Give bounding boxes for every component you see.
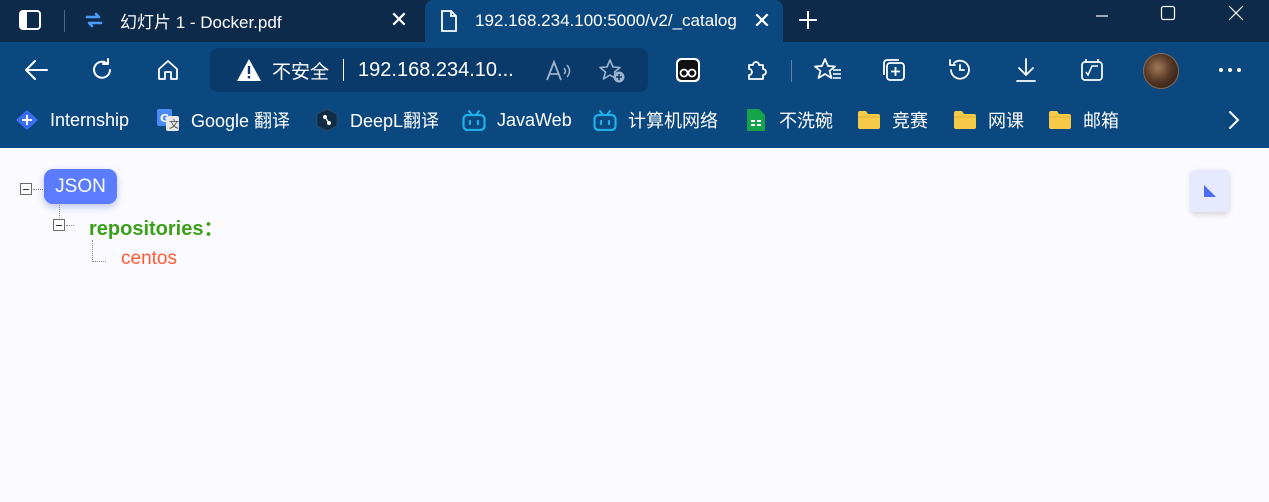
bookmark-deepl[interactable]: DeepL翻译 [315, 108, 439, 132]
json-viewer: JSON repositories： centos [0, 148, 1269, 502]
back-arrow-icon [25, 60, 48, 80]
viewer-toggle-button[interactable] [1191, 170, 1229, 212]
bookmark-folder-online-courses[interactable]: 网课 [953, 108, 1024, 132]
close-window-button[interactable] [1206, 0, 1266, 26]
add-favorite-icon[interactable] [598, 57, 626, 85]
read-aloud-icon[interactable] [545, 57, 573, 85]
bookmark-folder-mailbox[interactable]: 邮箱 [1048, 108, 1119, 132]
extensions-button[interactable] [738, 52, 774, 88]
json-value-item: centos [121, 248, 177, 269]
folder-icon [1048, 108, 1072, 132]
bookmark-label: JavaWeb [497, 109, 572, 130]
bookmark-label: 竞赛 [892, 111, 928, 131]
tree-connector [66, 225, 74, 226]
collapse-root-toggle[interactable] [20, 183, 32, 195]
tree-connector [92, 261, 106, 262]
bookmark-label: Google 翻译 [191, 111, 291, 131]
history-button[interactable] [942, 52, 978, 88]
bookmark-computer-network[interactable]: 计算机网络 [593, 108, 718, 132]
favorites-icon [814, 58, 841, 79]
tampermonkey-icon [676, 58, 700, 82]
bilibili-icon [462, 108, 486, 132]
puzzle-icon [748, 61, 767, 80]
bookmark-javaweb[interactable]: JavaWeb [462, 108, 572, 132]
bookmark-label: Internship [50, 109, 130, 130]
bookmark-dishes[interactable]: 不洗碗 [744, 108, 833, 132]
maximize-icon [1160, 5, 1176, 21]
tab-actions-button[interactable] [14, 6, 46, 34]
minimize-icon [1096, 15, 1108, 17]
favorites-button[interactable] [810, 52, 846, 88]
tab-registry-catalog[interactable]: 192.168.234.100:5000/v2/_catalog ✕ [425, 0, 783, 42]
maximize-button[interactable] [1138, 0, 1198, 26]
security-status-label[interactable]: 不安全 [272, 57, 329, 84]
tab-docker-pdf[interactable]: 幻灯片 1 - Docker.pdf ✕ [70, 0, 420, 40]
refresh-button[interactable] [84, 52, 120, 88]
collections-button[interactable] [876, 52, 912, 88]
close-tab-icon[interactable]: ✕ [747, 6, 777, 36]
back-button[interactable] [18, 52, 54, 88]
tab-actions-icon [19, 10, 41, 30]
tab-label: 幻灯片 1 - Docker.pdf [120, 12, 282, 32]
svg-text:文: 文 [169, 118, 179, 131]
deepl-icon [315, 108, 339, 132]
tree-connector [33, 189, 43, 190]
corner-triangle-icon [1204, 185, 1216, 197]
internship-icon [15, 108, 39, 132]
download-icon [1016, 58, 1036, 82]
navigation-toolbar: 不安全 192.168.234.10... [0, 42, 1269, 98]
bookmark-google-translate[interactable]: G文 Google 翻译 [156, 108, 290, 132]
collapse-repositories-toggle[interactable] [53, 219, 65, 231]
minimize-button[interactable] [1072, 0, 1132, 26]
refresh-icon [93, 58, 111, 79]
history-icon [949, 59, 970, 80]
sheets-icon [744, 108, 768, 132]
favorites-bar: Internship G文 Google 翻译 DeepL翻译 JavaWeb … [0, 98, 1269, 148]
address-divider [343, 59, 345, 81]
collections-icon [883, 59, 905, 81]
folder-icon [857, 108, 881, 132]
slides-sync-icon [82, 8, 106, 32]
json-root-badge[interactable]: JSON [44, 169, 117, 204]
bookmark-label: 网课 [988, 111, 1024, 131]
folder-icon [953, 108, 977, 132]
home-button[interactable] [150, 52, 186, 88]
warning-icon[interactable] [236, 57, 262, 83]
bookmark-label: 邮箱 [1083, 111, 1119, 131]
bookmark-label: DeepL翻译 [350, 111, 440, 131]
extension-tampermonkey-button[interactable] [670, 52, 706, 88]
profile-avatar[interactable] [1143, 53, 1179, 89]
tree-connector [92, 240, 93, 262]
chevron-right-icon [1229, 111, 1240, 129]
more-bookmarks-button[interactable] [1222, 108, 1246, 132]
more-options-icon [1219, 68, 1241, 72]
google-translate-icon: G文 [156, 108, 180, 132]
math-solver-button[interactable] [1074, 52, 1110, 88]
tree-connector [59, 205, 60, 220]
math-solver-icon [1081, 59, 1103, 81]
toolbar-divider [791, 60, 792, 82]
downloads-button[interactable] [1008, 52, 1044, 88]
bookmark-internship[interactable]: Internship [15, 108, 129, 132]
bookmark-label: 不洗碗 [779, 111, 833, 131]
plus-icon [799, 11, 817, 29]
address-bar[interactable]: 不安全 192.168.234.10... [210, 48, 648, 92]
url-text[interactable]: 192.168.234.10... [358, 59, 514, 82]
close-tab-icon[interactable]: ✕ [384, 5, 414, 35]
close-icon [1228, 5, 1244, 21]
settings-more-button[interactable] [1212, 52, 1248, 88]
home-icon [158, 60, 178, 80]
bookmark-folder-competition[interactable]: 竞赛 [857, 108, 928, 132]
bookmark-label: 计算机网络 [628, 111, 718, 131]
json-key-repositories: repositories： [89, 218, 224, 240]
page-icon [437, 9, 461, 33]
new-tab-button[interactable] [792, 4, 824, 36]
bilibili-icon [593, 108, 617, 132]
tab-strip: 幻灯片 1 - Docker.pdf ✕ 192.168.234.100:500… [0, 0, 1269, 42]
tab-label: 192.168.234.100:5000/v2/_catalog [475, 11, 737, 30]
tab-separator [64, 10, 65, 32]
